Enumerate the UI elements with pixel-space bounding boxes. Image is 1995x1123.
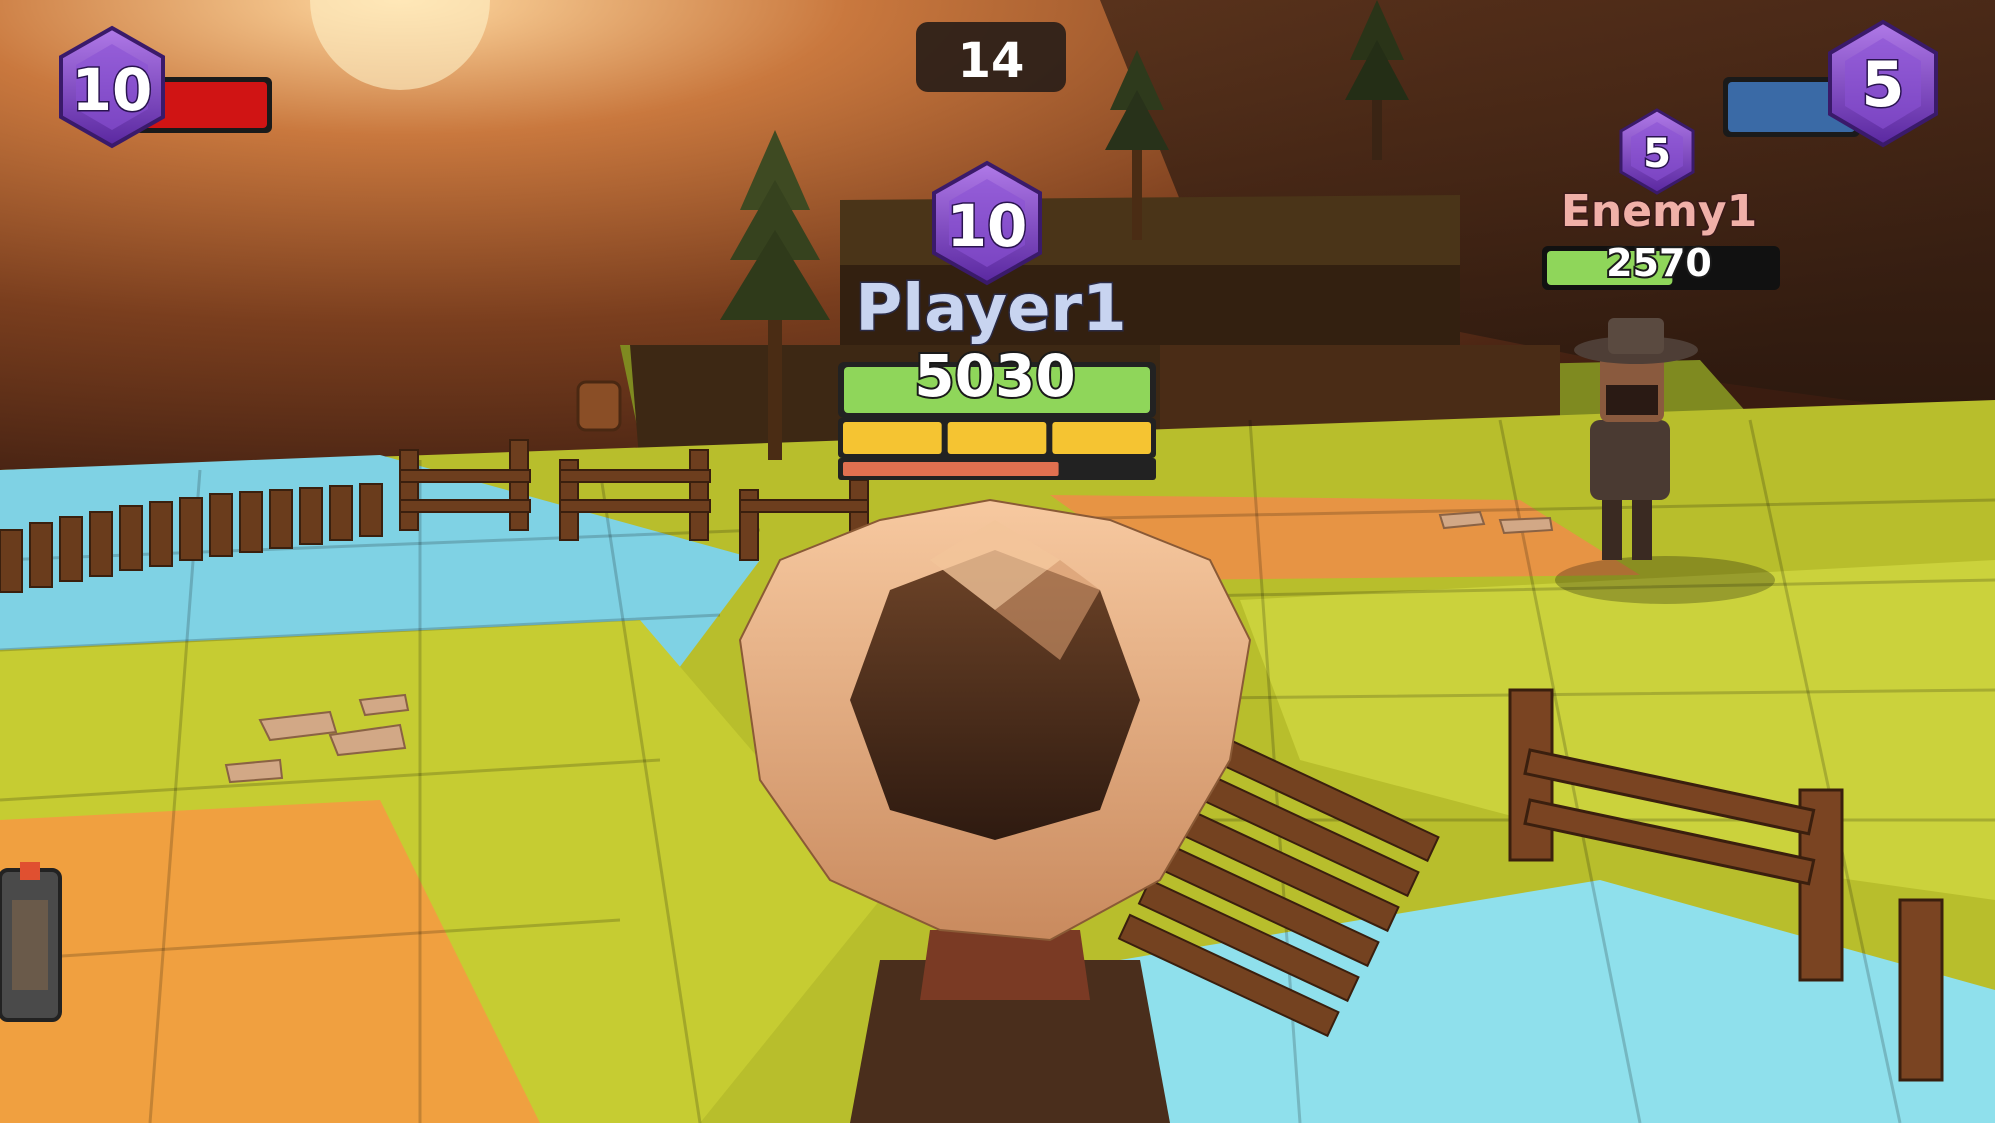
barrel: [576, 380, 622, 432]
game-viewport[interactable]: 10 14 5 10 Player1 5030 5030 5 Enemy1 2: [0, 0, 1995, 1123]
player-name: Player1: [855, 272, 1126, 346]
ammo-segment: [947, 422, 1047, 454]
ammo-segment: [1052, 422, 1151, 454]
right-team-level: 5: [1861, 48, 1904, 121]
match-timer: 14: [916, 22, 1066, 92]
player-reload-fill: [843, 462, 1059, 476]
player-level: 10: [947, 192, 1028, 260]
player-score-overlay: 5030: [914, 342, 1075, 410]
game-scene[interactable]: 10 14 5 10 Player1 5030 5030 5 Enemy1 2: [0, 0, 1995, 1123]
left-team-level: 10: [72, 56, 153, 124]
enemy-level: 5: [1643, 131, 1671, 177]
enemy-score: 2570: [1606, 241, 1712, 285]
enemy-name: Enemy1: [1561, 186, 1757, 237]
player-ammo-segments: [843, 422, 1151, 454]
timer-text: 14: [958, 33, 1025, 89]
ammo-segment: [843, 422, 942, 454]
lantern: [0, 862, 62, 1022]
